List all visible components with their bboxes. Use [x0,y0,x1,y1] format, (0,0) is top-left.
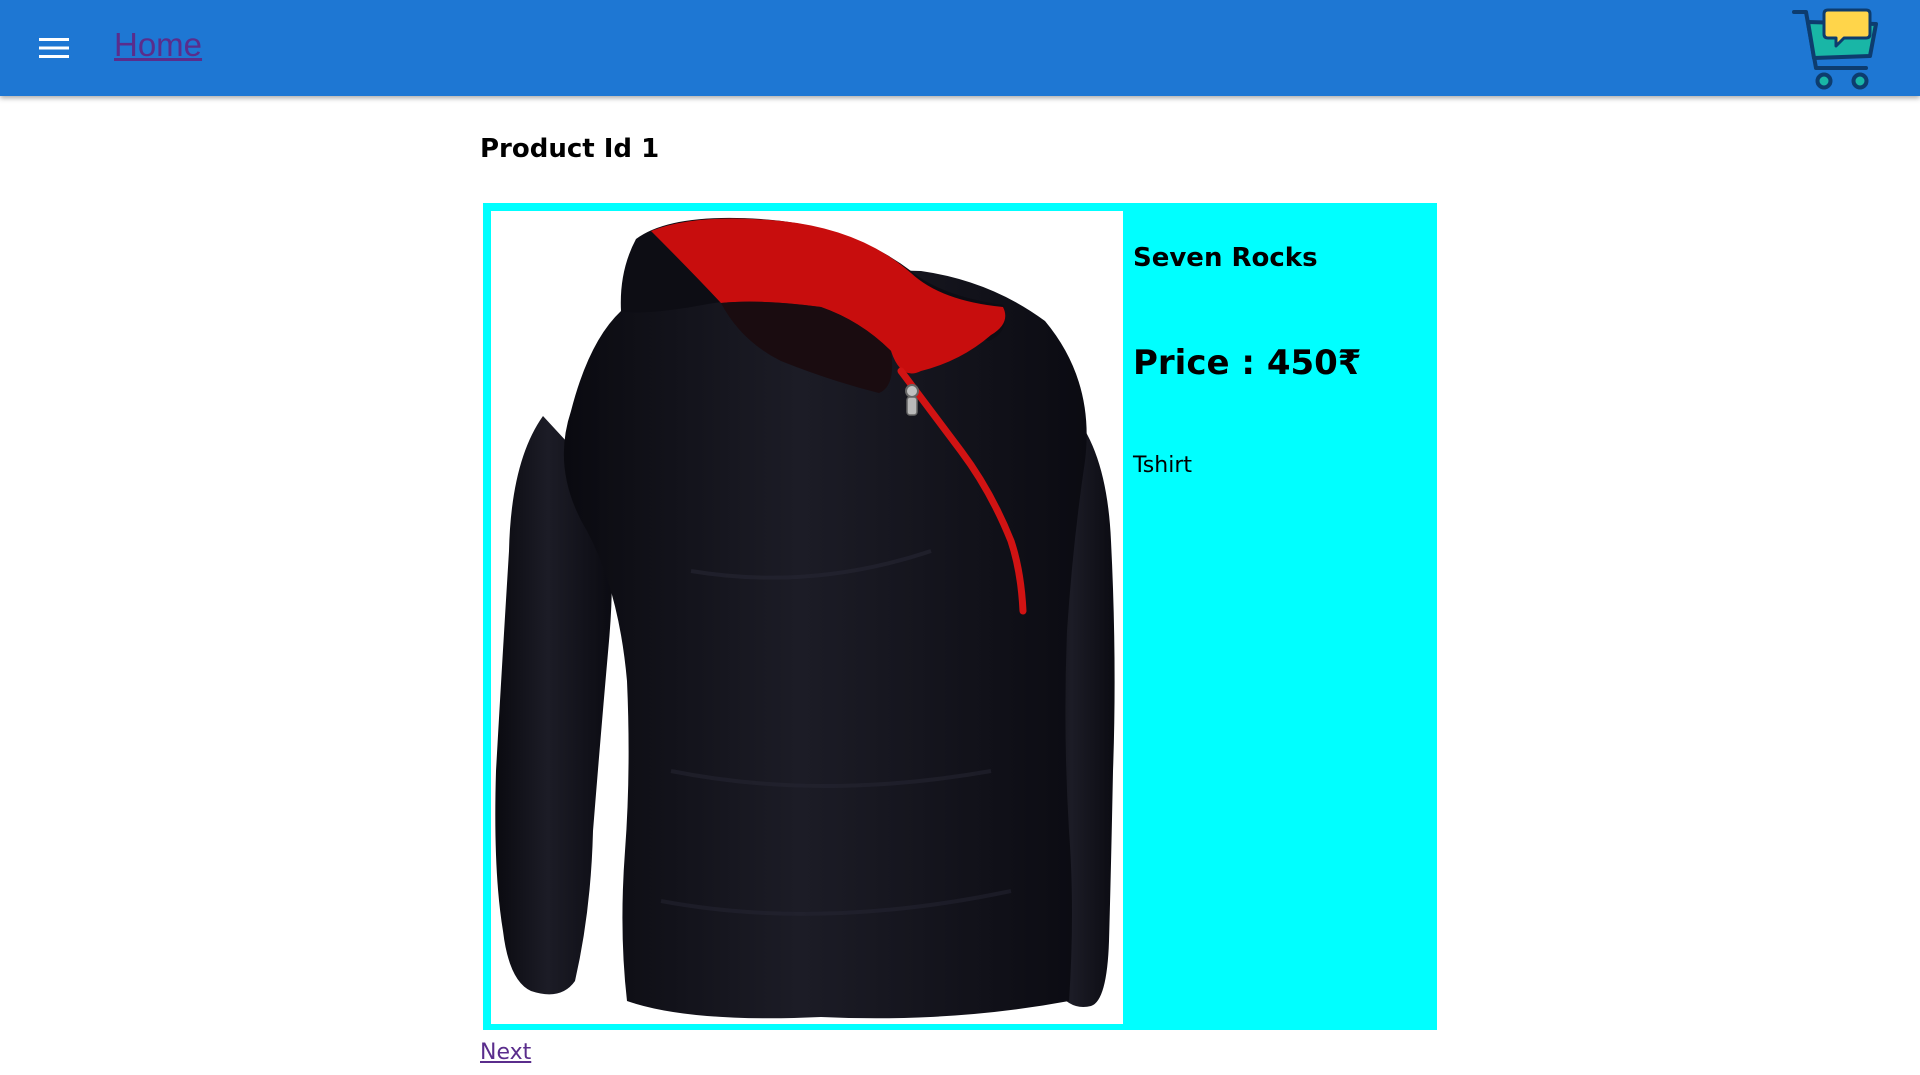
black-hoodie-red-lining-photo [491,211,1123,1024]
shopping-cart-with-chat-bubble-icon [1792,8,1878,90]
product-category: Tshirt [1133,453,1192,478]
product-brand: Seven Rocks [1133,243,1318,273]
app-bar: Home [0,0,1920,96]
menu-button[interactable] [30,24,78,72]
product-card: Seven Rocks Price : 450₹ Tshirt [483,203,1437,1030]
product-info: Seven Rocks Price : 450₹ Tshirt [1133,243,1423,478]
next-link[interactable]: Next [480,1040,531,1065]
home-link[interactable]: Home [114,26,202,64]
page-title: Product Id 1 [480,134,660,164]
product-image [491,211,1123,1024]
product-price: Price : 450₹ [1133,343,1362,383]
cart-button[interactable] [1790,4,1880,90]
hamburger-menu-icon [39,38,69,58]
